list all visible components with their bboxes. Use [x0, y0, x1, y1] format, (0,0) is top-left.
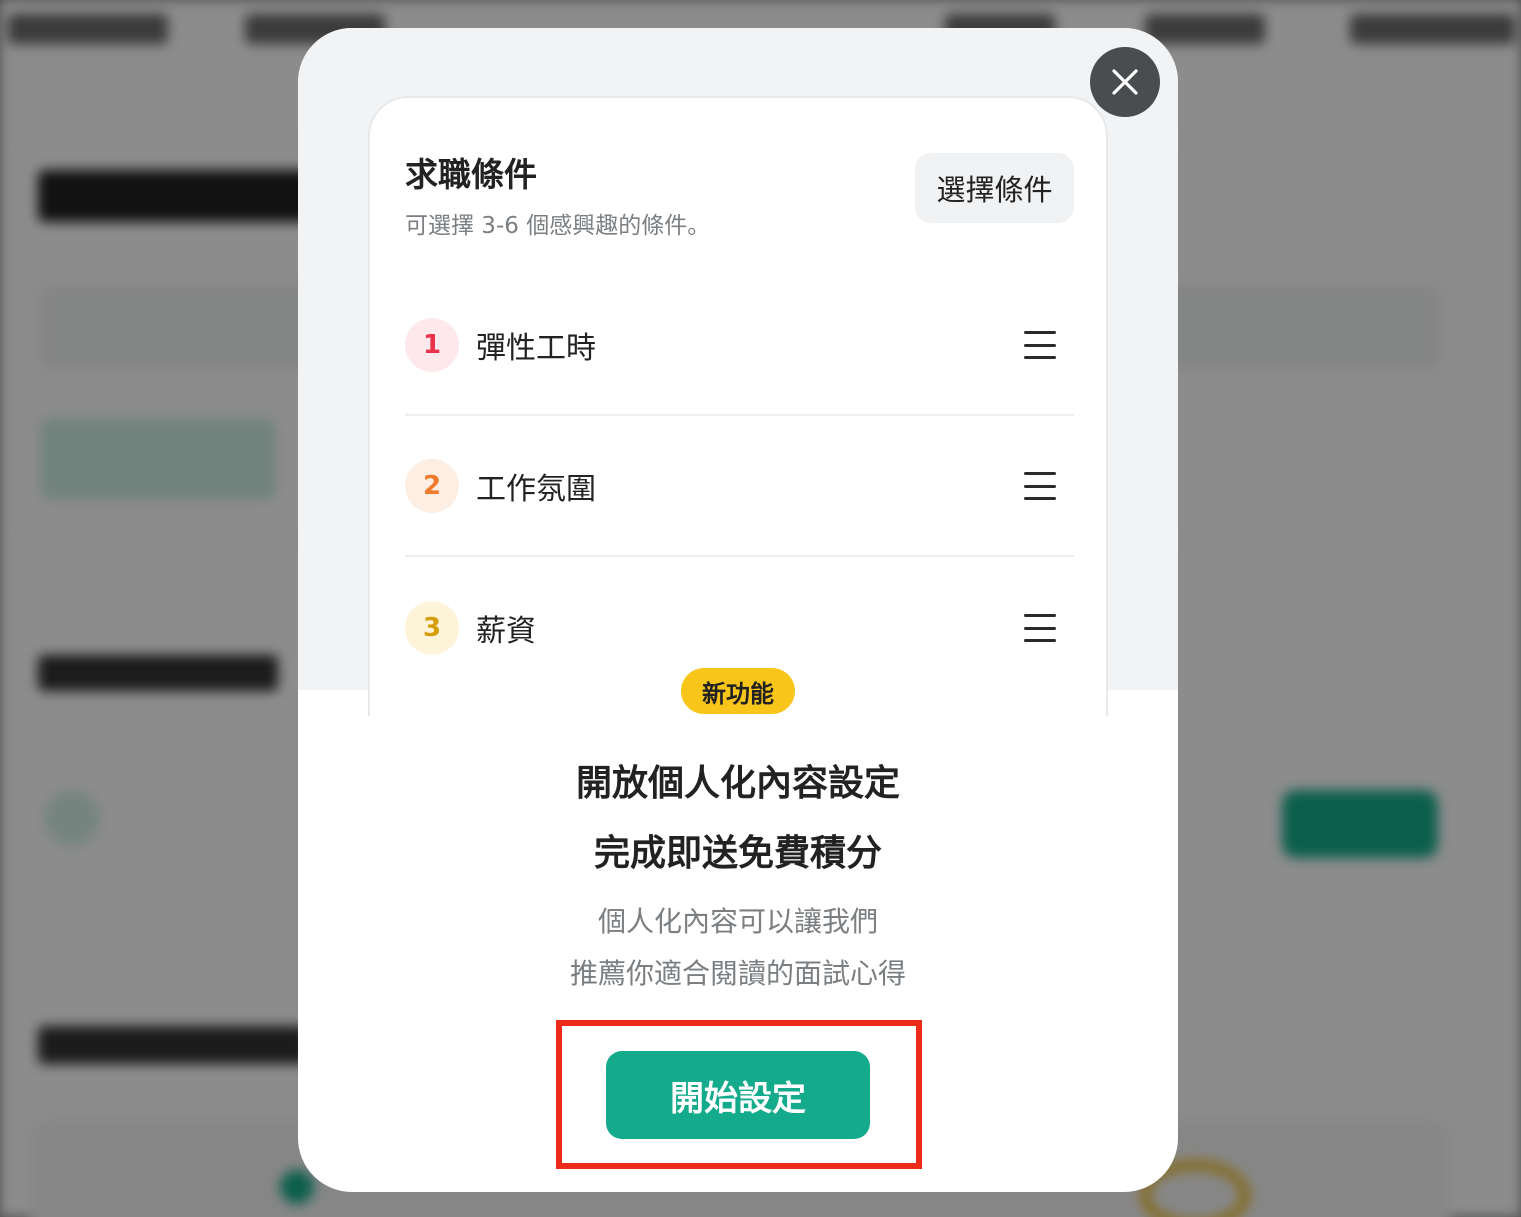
- headline-secondary: 完成即送免費積分: [593, 833, 882, 874]
- close-icon: [1112, 69, 1138, 95]
- headline-primary: 開放個人化內容設定: [575, 763, 900, 804]
- drag-handle-icon[interactable]: [1024, 614, 1056, 642]
- description-line-2: 推薦你適合閱讀的面試心得: [569, 957, 906, 990]
- condition-number-badge: 3: [405, 601, 459, 655]
- personalization-modal: 求職條件 可選擇 3-6 個感興趣的條件。 選擇條件 1 彈性工時 2 工作氛圍…: [298, 28, 1178, 1192]
- preview-subtitle: 可選擇 3-6 個感興趣的條件。: [405, 213, 711, 239]
- condition-number-badge: 1: [405, 318, 459, 372]
- start-setup-button[interactable]: 開始設定: [606, 1051, 870, 1139]
- job-conditions-preview-card: 求職條件 可選擇 3-6 個感興趣的條件。 選擇條件 1 彈性工時 2 工作氛圍…: [368, 96, 1108, 716]
- condition-number-badge: 2: [405, 459, 459, 513]
- description-line-1: 個人化內容可以讓我們: [597, 905, 878, 938]
- condition-row: 2 工作氛圍: [405, 417, 1074, 557]
- select-conditions-button[interactable]: 選擇條件: [915, 153, 1074, 223]
- condition-label: 彈性工時: [476, 331, 596, 366]
- condition-row: 1 彈性工時: [405, 276, 1074, 416]
- new-feature-badge: 新功能: [681, 668, 795, 714]
- condition-label: 薪資: [476, 614, 536, 649]
- close-button[interactable]: [1090, 47, 1160, 117]
- drag-handle-icon[interactable]: [1024, 331, 1056, 359]
- drag-handle-icon[interactable]: [1024, 472, 1056, 500]
- preview-title: 求職條件: [405, 155, 537, 194]
- condition-label: 工作氛圍: [476, 472, 596, 507]
